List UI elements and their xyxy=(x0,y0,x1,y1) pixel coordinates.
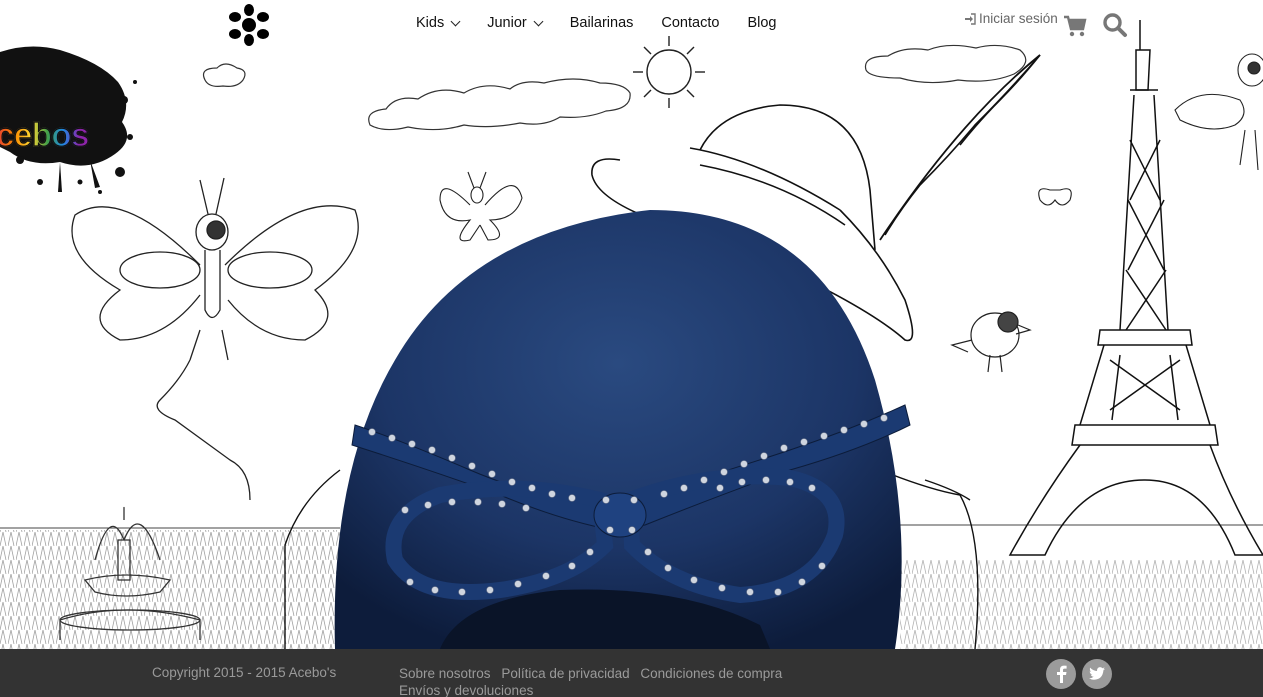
nav-item-label: Contacto xyxy=(661,15,720,31)
footer-link-envios[interactable]: Envíos y devoluciones xyxy=(399,682,533,697)
facebook-icon[interactable] xyxy=(1046,659,1076,689)
nav-item-junior[interactable]: Junior xyxy=(487,15,544,31)
nav-item-contacto[interactable]: Contacto xyxy=(661,15,719,31)
eiffel-tower-drawing xyxy=(1008,20,1263,556)
footer-link-privacidad[interactable]: Política de privacidad xyxy=(501,665,629,682)
login-label: Iniciar sesión xyxy=(979,11,1058,26)
butterfly-fairy-drawing xyxy=(71,177,359,501)
brand-wordmark: cebos xyxy=(0,115,90,154)
shopping-cart-icon[interactable] xyxy=(1063,14,1087,38)
brand-splash-logo[interactable]: cebos xyxy=(0,42,140,202)
chevron-down-icon xyxy=(450,16,461,26)
nav-item-label: Junior xyxy=(487,15,527,31)
footer-links: Sobre nosotros Política de privacidad Co… xyxy=(399,665,799,697)
login-link[interactable]: Iniciar sesión xyxy=(964,11,1058,26)
top-navigation-bar: Kids Junior Bailarinas Contacto Blog Ini… xyxy=(0,0,1263,48)
nav-item-kids[interactable]: Kids xyxy=(416,15,461,31)
page: cebos Kids Junior Bailarinas Contacto Bl… xyxy=(0,0,1263,697)
sign-in-icon xyxy=(965,12,976,25)
footer-link-sobre-nosotros[interactable]: Sobre nosotros xyxy=(399,665,491,682)
twitter-icon[interactable] xyxy=(1082,659,1112,689)
small-butterfly-drawing xyxy=(439,171,523,242)
flying-creature-drawing xyxy=(1174,53,1263,171)
nav-item-bailarinas[interactable]: Bailarinas xyxy=(570,15,634,31)
asterisk-flower-logo-icon[interactable] xyxy=(224,3,274,47)
chevron-down-icon xyxy=(533,16,544,26)
nav-item-blog[interactable]: Blog xyxy=(747,15,776,31)
clouds-drawing xyxy=(202,44,1027,131)
nav-item-label: Kids xyxy=(416,15,445,31)
bird-drawing xyxy=(950,311,1032,373)
main-nav: Kids Junior Bailarinas Contacto Blog xyxy=(416,15,804,31)
search-icon[interactable] xyxy=(1102,12,1128,38)
nav-item-label: Bailarinas xyxy=(569,15,634,31)
copyright-text: Copyright 2015 - 2015 Acebo's xyxy=(152,665,337,680)
blue-ballerina-shoe-photo xyxy=(334,210,911,649)
footer: Copyright 2015 - 2015 Acebo's Sobre noso… xyxy=(0,649,1263,697)
hero-banner[interactable] xyxy=(0,0,1263,649)
hero-illustration xyxy=(0,20,1263,649)
footer-link-condiciones[interactable]: Condiciones de compra xyxy=(640,665,782,682)
nav-item-label: Blog xyxy=(747,15,777,31)
tiny-butterfly-drawing xyxy=(1038,188,1072,206)
